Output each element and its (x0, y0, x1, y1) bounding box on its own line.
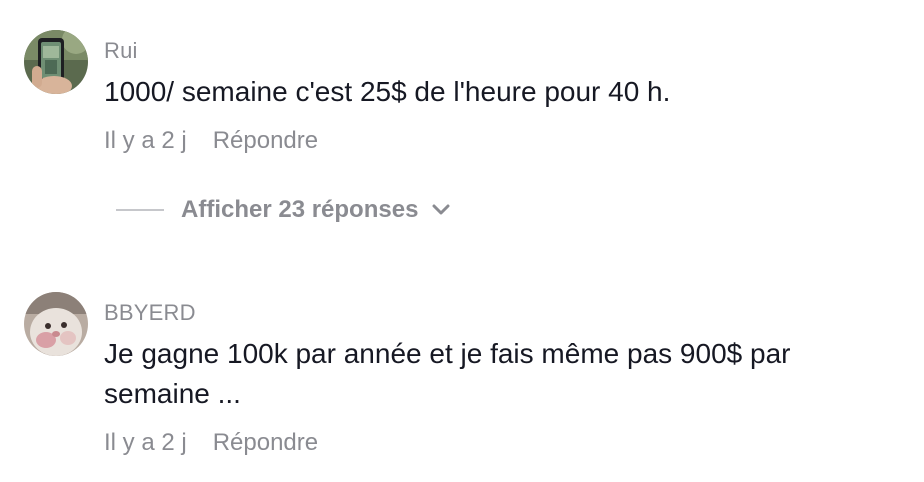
chevron-down-icon (430, 199, 452, 221)
replies-divider (116, 209, 164, 211)
comment-item: BBYERD Je gagne 100k par année et je fai… (0, 280, 924, 480)
comment-meta: Il y a 2 j Répondre (104, 126, 894, 156)
pet-photo-avatar-icon (24, 292, 88, 356)
comment-meta: Il y a 2 j Répondre (104, 428, 894, 458)
comment-timestamp: Il y a 2 j (104, 127, 187, 154)
comment-username[interactable]: Rui (104, 38, 894, 64)
comment-timestamp: Il y a 2 j (104, 429, 187, 456)
comment-item: Rui 1000/ semaine c'est 25$ de l'heure p… (0, 0, 924, 180)
avatar[interactable] (24, 30, 88, 94)
phone-photo-avatar-icon (24, 30, 88, 94)
avatar[interactable] (24, 292, 88, 356)
reply-button[interactable]: Répondre (213, 126, 318, 156)
reply-button[interactable]: Répondre (213, 428, 318, 458)
view-replies-button[interactable]: Afficher 23 réponses (116, 193, 452, 227)
view-replies-label: Afficher 23 réponses (181, 196, 419, 223)
comment-text: 1000/ semaine c'est 25$ de l'heure pour … (104, 76, 671, 107)
comment-text: Je gagne 100k par année et je fais même … (104, 338, 791, 409)
comment-username[interactable]: BBYERD (104, 300, 894, 326)
